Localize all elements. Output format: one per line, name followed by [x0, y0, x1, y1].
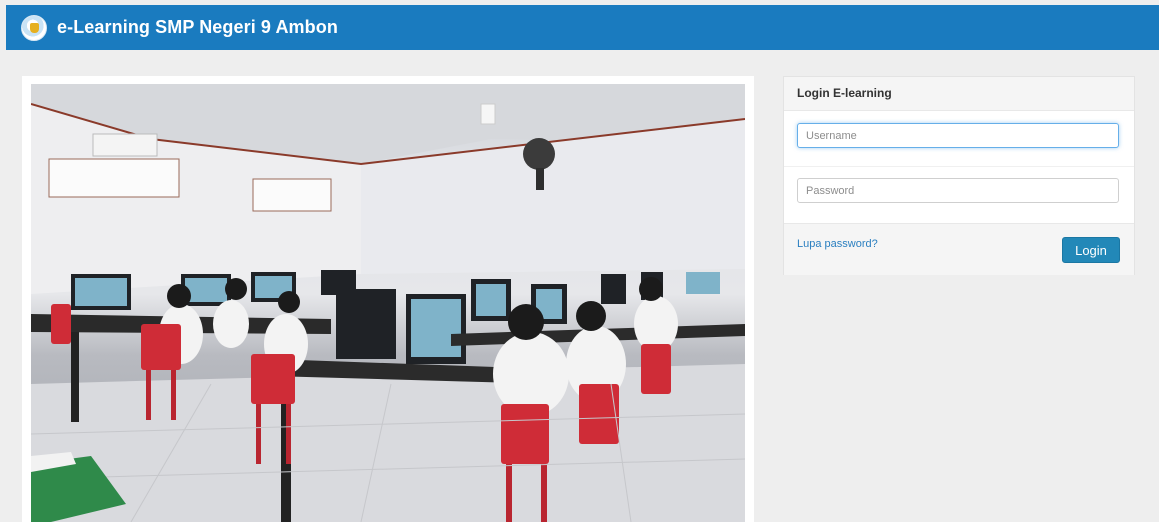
- password-field-wrapper: [797, 178, 1119, 203]
- app-title[interactable]: e-Learning SMP Negeri 9 Ambon: [57, 17, 338, 38]
- photo-frame: [22, 76, 754, 522]
- school-emblem-icon: [21, 14, 47, 41]
- top-navbar: e-Learning SMP Negeri 9 Ambon: [6, 5, 1159, 50]
- login-panel: Login E-learning Lupa password? Login: [784, 77, 1134, 275]
- classroom-photo: [31, 84, 745, 522]
- login-panel-title: Login E-learning: [784, 77, 1134, 111]
- username-field-wrapper: [797, 123, 1119, 148]
- login-panel-footer: Lupa password? Login: [784, 223, 1134, 275]
- login-button[interactable]: Login: [1062, 237, 1120, 263]
- username-input[interactable]: [797, 123, 1119, 148]
- forgot-password-link[interactable]: Lupa password?: [797, 238, 878, 250]
- field-divider: [784, 166, 1134, 167]
- password-input[interactable]: [797, 178, 1119, 203]
